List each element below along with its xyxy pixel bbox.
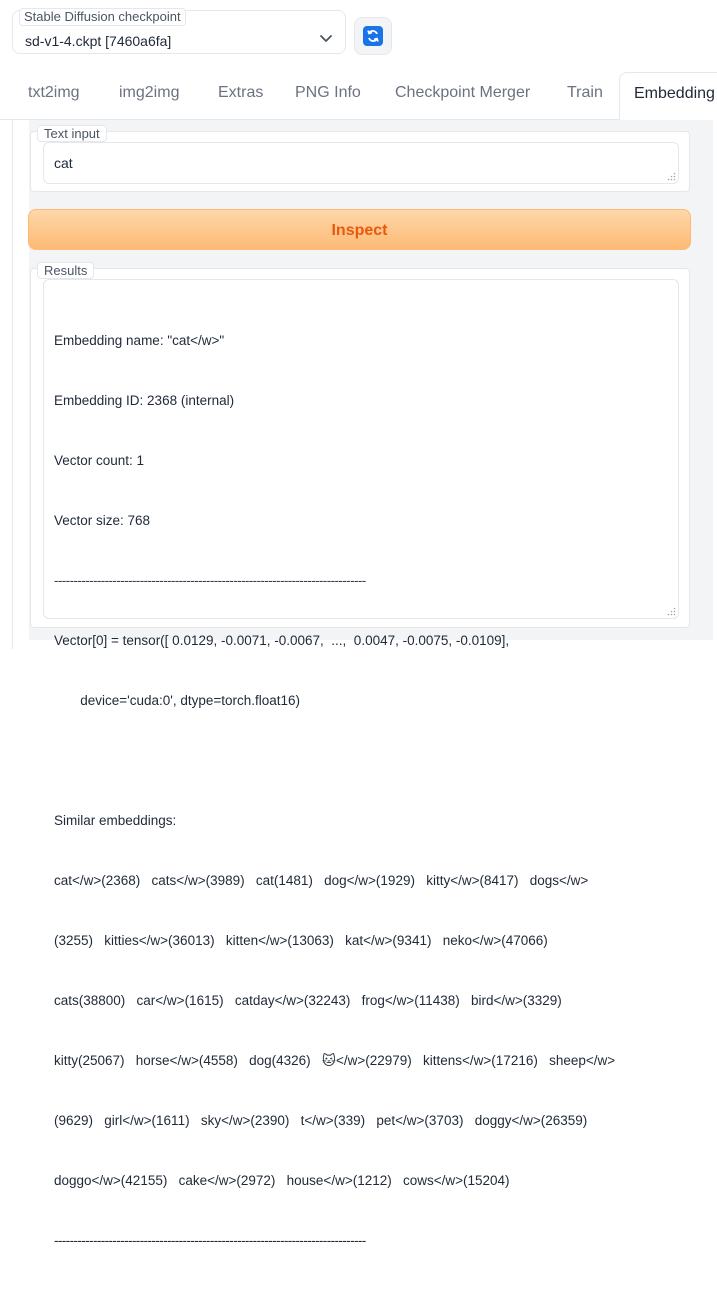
results-line: Embedding ID: 2368 (internal)	[54, 393, 235, 408]
chevron-down-icon	[320, 35, 332, 42]
text-input-field[interactable]: cat	[43, 142, 679, 184]
results-line: Vector[0] = tensor([ 0.0129, -0.0071, -0…	[54, 633, 510, 648]
results-line: device='cuda:0', dtype=torch.float16)	[54, 693, 301, 708]
tab-extras[interactable]: Extras	[204, 72, 277, 120]
text-input-group: Text input cat	[30, 125, 690, 192]
tab-train[interactable]: Train	[553, 72, 617, 120]
results-label: Results	[37, 262, 95, 279]
tab-bar: txt2img img2img Extras PNG Info Checkpoi…	[0, 72, 717, 121]
text-input-label: Text input	[37, 125, 107, 142]
results-line: cats(38800) car</w>(1615) catday</w>(322…	[54, 993, 562, 1008]
refresh-checkpoints-button[interactable]	[354, 17, 392, 55]
results-textarea[interactable]: Embedding name: "cat</w>" Embedding ID: …	[43, 279, 679, 1248]
refresh-icon	[363, 26, 383, 46]
results-separator: ----------------------------------------…	[54, 573, 366, 588]
checkpoint-dropdown[interactable]: Stable Diffusion checkpoint sd-v1-4.ckpt…	[12, 8, 346, 55]
results-line: Vector size: 768	[54, 513, 151, 528]
inspect-button[interactable]: Inspect	[28, 209, 691, 250]
text-input-value: cat	[54, 155, 73, 171]
checkpoint-select[interactable]: sd-v1-4.ckpt [7460a6fa]	[13, 27, 345, 55]
results-line: Similar embeddings:	[54, 813, 177, 828]
tab-txt2img[interactable]: txt2img	[14, 72, 94, 120]
tab-checkpoint-merger[interactable]: Checkpoint Merger	[381, 72, 544, 120]
tab-png-info[interactable]: PNG Info	[281, 72, 375, 120]
results-line: doggo</w>(42155) cake</w>(2972) house</w…	[54, 1173, 510, 1188]
results-line	[54, 751, 668, 771]
results-line: kitty(25067) horse</w>(4558) dog(4326) 🐱…	[54, 1053, 616, 1068]
results-separator: ----------------------------------------…	[54, 1233, 366, 1248]
results-line: (9629) girl</w>(1611) sky</w>(2390) t</w…	[54, 1113, 588, 1128]
results-line: Embedding name: "cat</w>"	[54, 333, 225, 348]
results-line: Vector count: 1	[54, 453, 145, 468]
resize-handle-icon[interactable]	[667, 172, 676, 181]
results-line: (3255) kitties</w>(36013) kitten</w>(130…	[54, 933, 548, 948]
resize-handle-icon[interactable]	[667, 607, 676, 616]
results-line: cat</w>(2368) cats</w>(3989) cat(1481) d…	[54, 873, 589, 888]
tab-img2img[interactable]: img2img	[105, 72, 193, 120]
checkpoint-selected-value: sd-v1-4.ckpt [7460a6fa]	[25, 33, 172, 49]
results-group: Results Embedding name: "cat</w>" Embedd…	[30, 262, 690, 1248]
tab-embedding[interactable]: Embedding	[619, 72, 717, 121]
results-text: Embedding name: "cat</w>" Embedding ID: …	[44, 280, 678, 1298]
checkpoint-label: Stable Diffusion checkpoint	[19, 8, 186, 26]
